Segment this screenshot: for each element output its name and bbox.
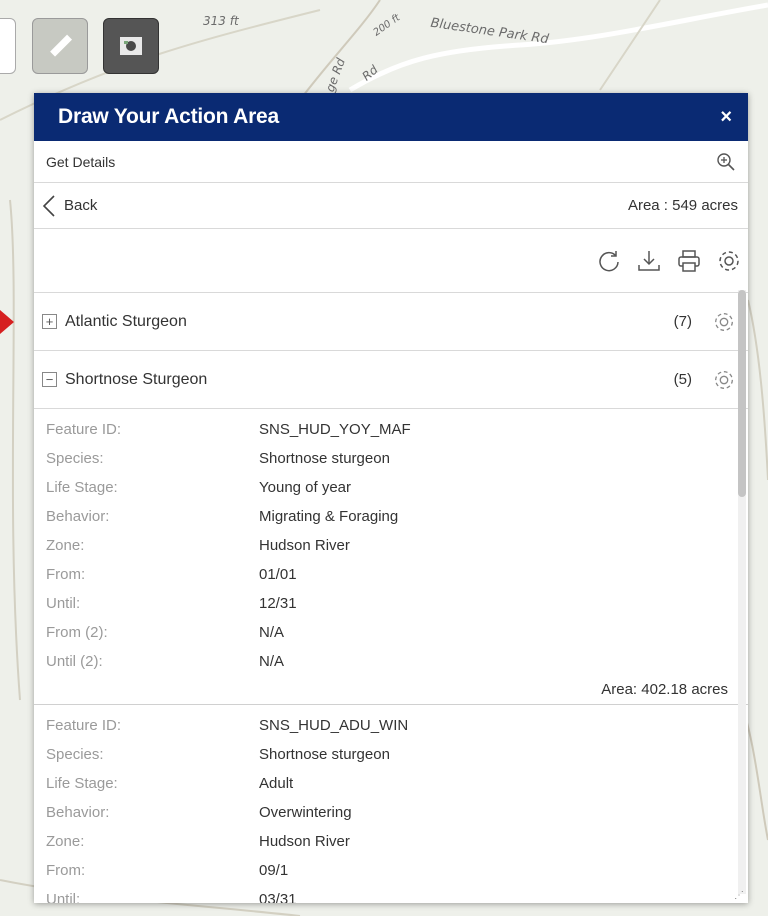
field-from2: From (2): N/A xyxy=(46,618,748,647)
field-value: Migrating & Foraging xyxy=(259,508,399,525)
resize-grip-icon[interactable]: ⋰ xyxy=(734,890,744,901)
panel-title: Draw Your Action Area xyxy=(58,105,280,128)
field-label: Life Stage: xyxy=(46,775,118,792)
get-details-row: Get Details xyxy=(34,141,748,183)
gear-icon[interactable] xyxy=(712,310,736,334)
field-label: Until: xyxy=(46,891,81,903)
expand-icon[interactable]: + xyxy=(42,314,57,329)
field-value: SNS_HUD_YOY_MAF xyxy=(259,421,411,438)
field-value: 01/01 xyxy=(259,566,297,583)
layer-count: (7) xyxy=(673,313,692,330)
field-value: Shortnose sturgeon xyxy=(259,450,390,467)
chevron-left-icon xyxy=(42,194,55,217)
field-label: From (2): xyxy=(46,624,108,641)
field-label: Feature ID: xyxy=(46,421,122,438)
field-until: Until: 12/31 xyxy=(46,589,748,618)
field-value: 12/31 xyxy=(259,595,297,612)
field-label: Species: xyxy=(46,450,104,467)
field-value: SNS_HUD_ADU_WIN xyxy=(259,717,409,734)
field-label: Zone: xyxy=(46,833,85,850)
field-zone: Zone: Hudson River xyxy=(46,827,748,856)
map-tool-button-left[interactable] xyxy=(0,18,16,74)
field-behavior: Behavior: Migrating & Foraging xyxy=(46,502,748,531)
field-value: Hudson River xyxy=(259,833,350,850)
field-until: Until: 03/31 xyxy=(46,885,748,903)
layer-row-atlantic-sturgeon[interactable]: + Atlantic Sturgeon (7) xyxy=(34,293,748,351)
layer-name: Atlantic Sturgeon xyxy=(65,312,187,330)
close-icon[interactable]: × xyxy=(720,106,732,129)
field-label: From: xyxy=(46,566,86,583)
field-value: Young of year xyxy=(259,479,352,496)
ruler-icon xyxy=(50,34,73,57)
back-button[interactable]: Back xyxy=(42,194,97,218)
action-area-panel: Draw Your Action Area × Get Details Back… xyxy=(34,93,748,903)
scrollbar[interactable] xyxy=(738,290,746,894)
get-details-label: Get Details xyxy=(46,153,116,170)
field-value: Adult xyxy=(259,775,294,792)
field-life-stage: Life Stage: Adult xyxy=(46,769,748,798)
download-icon[interactable] xyxy=(636,248,662,274)
field-from: From: 09/1 xyxy=(46,856,748,885)
basemap-tool-button[interactable] xyxy=(103,18,159,74)
basemap-icon xyxy=(120,37,142,55)
print-icon[interactable] xyxy=(676,248,702,274)
field-value: Overwintering xyxy=(259,804,352,821)
feature-record: Feature ID: SNS_HUD_ADU_WIN Species: Sho… xyxy=(34,705,748,903)
field-label: Until (2): xyxy=(46,653,103,670)
field-from: From: 01/01 xyxy=(46,560,748,589)
record-area: Area: 402.18 acres xyxy=(601,681,728,698)
field-life-stage: Life Stage: Young of year xyxy=(46,473,748,502)
area-summary: Area : 549 acres xyxy=(627,197,738,214)
feature-record: Feature ID: SNS_HUD_YOY_MAF Species: Sho… xyxy=(34,409,748,704)
field-value: N/A xyxy=(259,653,285,670)
field-label: From: xyxy=(46,862,86,879)
field-zone: Zone: Hudson River xyxy=(46,531,748,560)
field-value: 09/1 xyxy=(259,862,289,879)
collapse-icon[interactable]: − xyxy=(42,372,57,387)
field-until2: Until (2): N/A xyxy=(46,647,748,676)
field-label: Behavior: xyxy=(46,804,110,821)
field-species: Species: Shortnose sturgeon xyxy=(46,740,748,769)
zoom-in-icon[interactable] xyxy=(716,152,736,172)
field-feature-id: Feature ID: SNS_HUD_ADU_WIN xyxy=(46,711,748,740)
measure-tool-button[interactable] xyxy=(32,18,88,74)
field-value: Hudson River xyxy=(259,537,350,554)
layer-row-shortnose-sturgeon[interactable]: − Shortnose Sturgeon (5) xyxy=(34,351,748,409)
gear-icon[interactable] xyxy=(712,368,736,392)
red-arrow-indicator xyxy=(0,310,14,334)
field-label: Species: xyxy=(46,746,104,763)
field-label: Until: xyxy=(46,595,81,612)
layer-count: (5) xyxy=(673,371,692,388)
back-label: Back xyxy=(64,197,98,214)
field-species: Species: Shortnose sturgeon xyxy=(46,444,748,473)
elevation-label: 313 ft xyxy=(203,14,239,28)
field-behavior: Behavior: Overwintering xyxy=(46,798,748,827)
field-label: Zone: xyxy=(46,537,85,554)
field-feature-id: Feature ID: SNS_HUD_YOY_MAF xyxy=(46,415,748,444)
field-label: Behavior: xyxy=(46,508,110,525)
refresh-icon[interactable] xyxy=(596,248,622,274)
field-value: N/A xyxy=(259,624,285,641)
field-label: Feature ID: xyxy=(46,717,122,734)
back-row: Back Area : 549 acres xyxy=(34,183,748,229)
tools-row xyxy=(34,229,748,293)
panel-header: Draw Your Action Area × xyxy=(34,93,748,141)
gear-icon[interactable] xyxy=(716,248,742,274)
field-value: Shortnose sturgeon xyxy=(259,746,390,763)
field-label: Life Stage: xyxy=(46,479,118,496)
scrollbar-thumb[interactable] xyxy=(738,290,746,497)
field-value: 03/31 xyxy=(259,891,297,903)
layer-name: Shortnose Sturgeon xyxy=(65,370,208,388)
